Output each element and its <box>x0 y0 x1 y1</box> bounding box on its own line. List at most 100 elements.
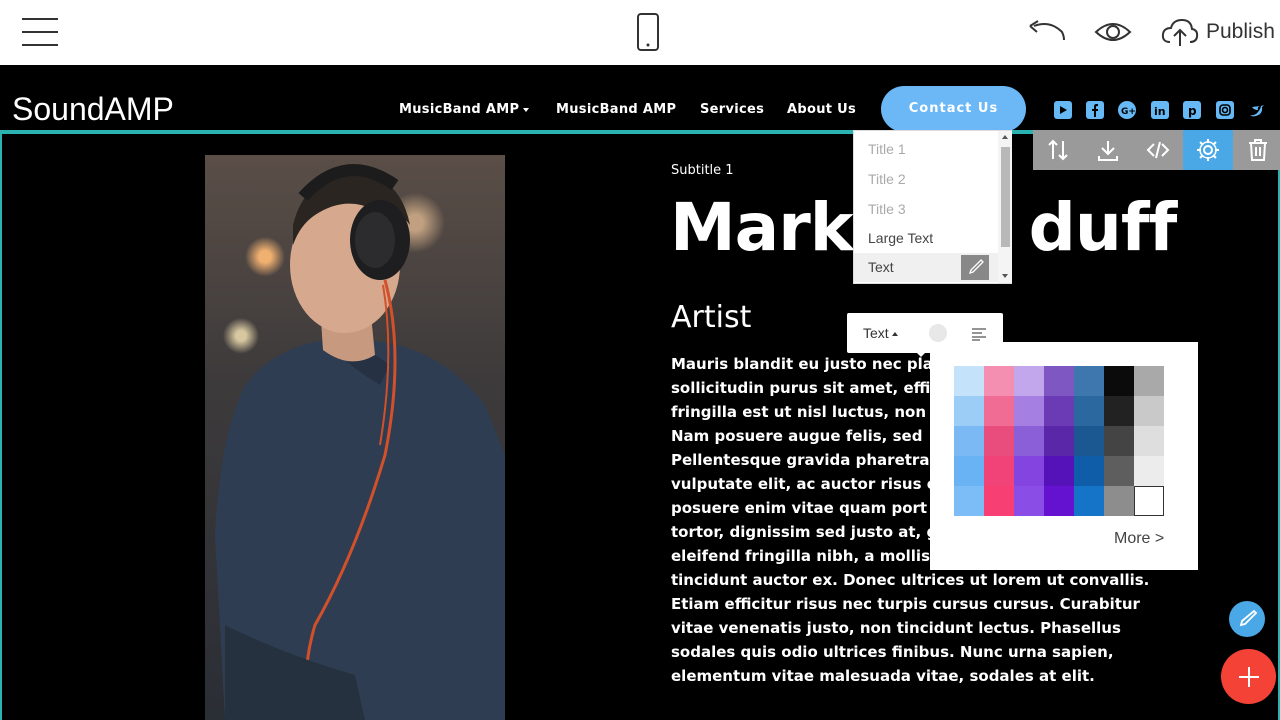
artist-photo[interactable] <box>205 155 505 720</box>
undo-icon[interactable] <box>1024 16 1068 48</box>
color-swatch[interactable] <box>1134 486 1164 516</box>
scroll-up-icon[interactable] <box>1002 135 1008 139</box>
code-icon[interactable] <box>1133 130 1183 170</box>
color-swatch[interactable] <box>1014 396 1044 426</box>
site-brand[interactable]: SoundAMP <box>12 91 174 128</box>
trash-icon[interactable] <box>1233 130 1280 170</box>
plus-icon[interactable] <box>1221 649 1276 704</box>
gear-icon[interactable] <box>1183 130 1233 170</box>
pinterest-icon[interactable]: p <box>1183 101 1201 119</box>
google-plus-icon[interactable]: G+ <box>1118 101 1136 119</box>
color-swatch[interactable] <box>1074 426 1104 456</box>
color-swatch[interactable] <box>984 426 1014 456</box>
contact-us-button[interactable]: Contact Us <box>881 86 1026 132</box>
edit-style-brush-icon[interactable] <box>961 255 989 280</box>
color-swatch[interactable] <box>1074 456 1104 486</box>
hamburger-menu-icon[interactable] <box>22 18 58 46</box>
caret-down-icon <box>523 107 530 112</box>
color-swatch[interactable] <box>1104 426 1134 456</box>
artist-role-text[interactable]: Artist <box>671 300 751 335</box>
nav-label: About Us <box>787 102 856 117</box>
style-option-label: Text <box>868 259 894 275</box>
color-picker-popup: More > <box>930 342 1198 570</box>
editor-top-bar: Publish <box>0 0 1280 65</box>
publish-label: Publish <box>1206 20 1275 43</box>
color-swatch[interactable] <box>1014 486 1044 516</box>
color-swatch[interactable] <box>1074 486 1104 516</box>
style-option-text[interactable]: Text <box>854 253 998 282</box>
color-swatch[interactable] <box>1104 396 1134 426</box>
align-left-icon[interactable] <box>971 326 987 341</box>
color-swatch[interactable] <box>1044 426 1074 456</box>
scroll-down-icon[interactable] <box>1002 274 1008 278</box>
mobile-view-icon[interactable] <box>634 12 662 52</box>
block-toolbar <box>1033 130 1280 170</box>
color-swatch[interactable] <box>1014 456 1044 486</box>
headline-part-right: duff <box>1028 189 1178 266</box>
scrollbar-thumb[interactable] <box>1001 147 1010 247</box>
nav-item-services[interactable]: Services <box>700 102 764 117</box>
nav-item-musicband-amp-dropdown[interactable]: MusicBand AMP <box>399 102 530 117</box>
brush-icon[interactable] <box>1229 601 1265 637</box>
color-swatch[interactable] <box>1134 366 1164 396</box>
nav-label: MusicBand AMP <box>556 102 677 117</box>
svg-text:G+: G+ <box>1121 107 1136 117</box>
text-style-dropdown: Title 1 Title 2 Title 3 Large Text Text <box>853 130 1012 284</box>
youtube-icon[interactable] <box>1054 101 1072 119</box>
nav-item-musicband-amp[interactable]: MusicBand AMP <box>556 102 676 117</box>
color-swatch[interactable] <box>954 426 984 456</box>
style-option-title-1[interactable]: Title 1 <box>854 135 998 164</box>
linkedin-icon[interactable]: in <box>1151 101 1169 119</box>
text-style-selector[interactable]: Text <box>863 325 898 341</box>
nav-label: MusicBand AMP <box>399 102 520 117</box>
color-swatch[interactable] <box>954 396 984 426</box>
color-swatch[interactable] <box>954 456 984 486</box>
nav-item-about-us[interactable]: About Us <box>787 102 856 117</box>
color-swatch[interactable] <box>1044 456 1074 486</box>
preview-eye-icon[interactable] <box>1092 16 1134 48</box>
color-swatch[interactable] <box>1104 456 1134 486</box>
color-swatch[interactable] <box>984 366 1014 396</box>
subtitle-text[interactable]: Subtitle 1 <box>671 163 734 178</box>
color-swatch[interactable] <box>1044 366 1074 396</box>
color-swatch[interactable] <box>1014 366 1044 396</box>
sort-arrows-icon[interactable] <box>1033 130 1083 170</box>
svg-text:p: p <box>1188 104 1197 118</box>
download-icon[interactable] <box>1083 130 1133 170</box>
color-swatch[interactable] <box>1014 426 1044 456</box>
color-swatch[interactable] <box>1044 486 1074 516</box>
color-swatch[interactable] <box>954 366 984 396</box>
color-swatch[interactable] <box>1134 426 1164 456</box>
color-swatch[interactable] <box>1134 456 1164 486</box>
bio-line: tincidunt auctor ex. Donec ultrices ut l… <box>671 571 1150 589</box>
color-swatch[interactable] <box>984 486 1014 516</box>
style-option-title-2[interactable]: Title 2 <box>854 165 998 194</box>
facebook-icon[interactable] <box>1086 101 1104 119</box>
nav-label: Services <box>700 102 765 117</box>
style-label: Text <box>863 325 889 341</box>
twitter-icon[interactable] <box>1248 101 1266 119</box>
color-swatch[interactable] <box>1074 366 1104 396</box>
toolbar-pointer <box>915 351 927 357</box>
style-option-title-3[interactable]: Title 3 <box>854 195 998 224</box>
color-swatch[interactable] <box>1134 396 1164 426</box>
instagram-icon[interactable] <box>1216 101 1234 119</box>
color-swatch[interactable] <box>984 396 1014 426</box>
svg-text:in: in <box>1154 105 1166 118</box>
headline-part-left: Mark <box>670 189 854 266</box>
color-swatch[interactable] <box>984 456 1014 486</box>
bio-line: Etiam efficitur risus nec turpis cursus … <box>671 595 1140 613</box>
color-swatch[interactable] <box>1104 366 1134 396</box>
dropdown-scrollbar[interactable] <box>998 131 1012 283</box>
cloud-upload-icon <box>1161 18 1199 46</box>
color-swatch[interactable] <box>1104 486 1134 516</box>
publish-button[interactable]: Publish <box>1158 16 1280 50</box>
color-swatch[interactable] <box>1044 396 1074 426</box>
text-color-button[interactable] <box>929 324 947 342</box>
style-option-large-text[interactable]: Large Text <box>854 224 998 253</box>
bio-line: vitae venenatis justo, non tincidunt lec… <box>671 619 1121 637</box>
color-swatch[interactable] <box>954 486 984 516</box>
bio-line: elementum vitae malesuada vitae, sodales… <box>671 667 1095 685</box>
color-swatch[interactable] <box>1074 396 1104 426</box>
more-colors-link[interactable]: More > <box>1114 530 1164 548</box>
